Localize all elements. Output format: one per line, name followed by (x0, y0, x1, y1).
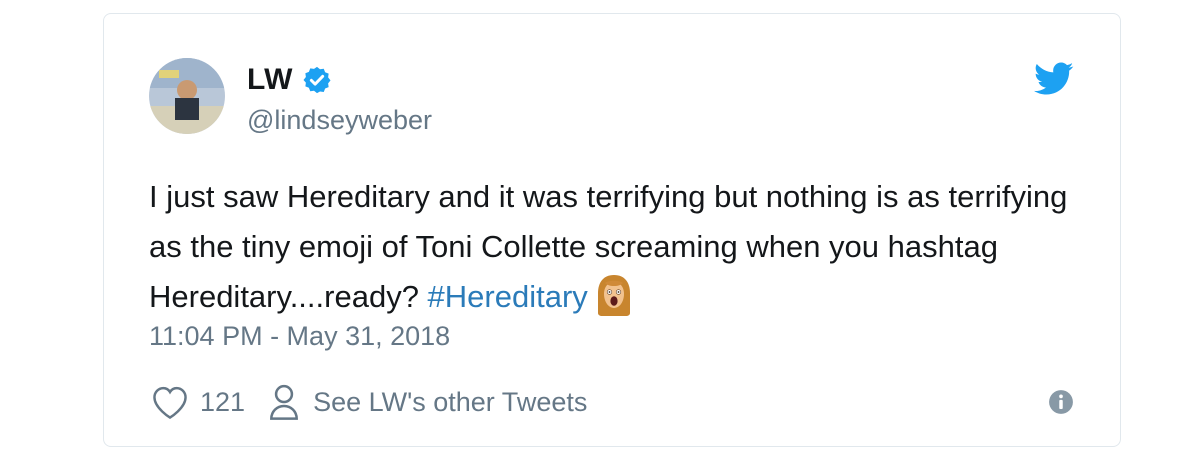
see-other-tweets-label[interactable]: See LW's other Tweets (313, 387, 587, 418)
hashtag-link[interactable]: #Hereditary (428, 279, 588, 314)
like-button[interactable]: 121 (150, 384, 245, 420)
info-icon[interactable] (1048, 389, 1074, 415)
tweet-actions: 121 See LW's other Tweets (150, 382, 587, 422)
author-display-name[interactable]: LW (247, 63, 293, 97)
twitter-bird-icon[interactable] (1034, 62, 1074, 96)
tweet-timestamp[interactable]: 11:04 PM - May 31, 2018 (149, 321, 450, 352)
toni-collette-screaming-emoji-icon (597, 275, 630, 316)
heart-icon (153, 386, 187, 419)
verified-badge-icon (303, 66, 331, 94)
embedded-tweet-card[interactable]: LW @lindseyweber I just saw Hereditary a… (103, 13, 1121, 447)
see-other-tweets-link[interactable]: See LW's other Tweets (267, 383, 587, 421)
avatar[interactable] (149, 58, 225, 134)
author-handle[interactable]: @lindseyweber (247, 105, 432, 136)
like-count: 121 (200, 386, 246, 417)
tweet-text: I just saw Hereditary and it was terrify… (149, 172, 1089, 322)
person-icon (270, 384, 298, 420)
